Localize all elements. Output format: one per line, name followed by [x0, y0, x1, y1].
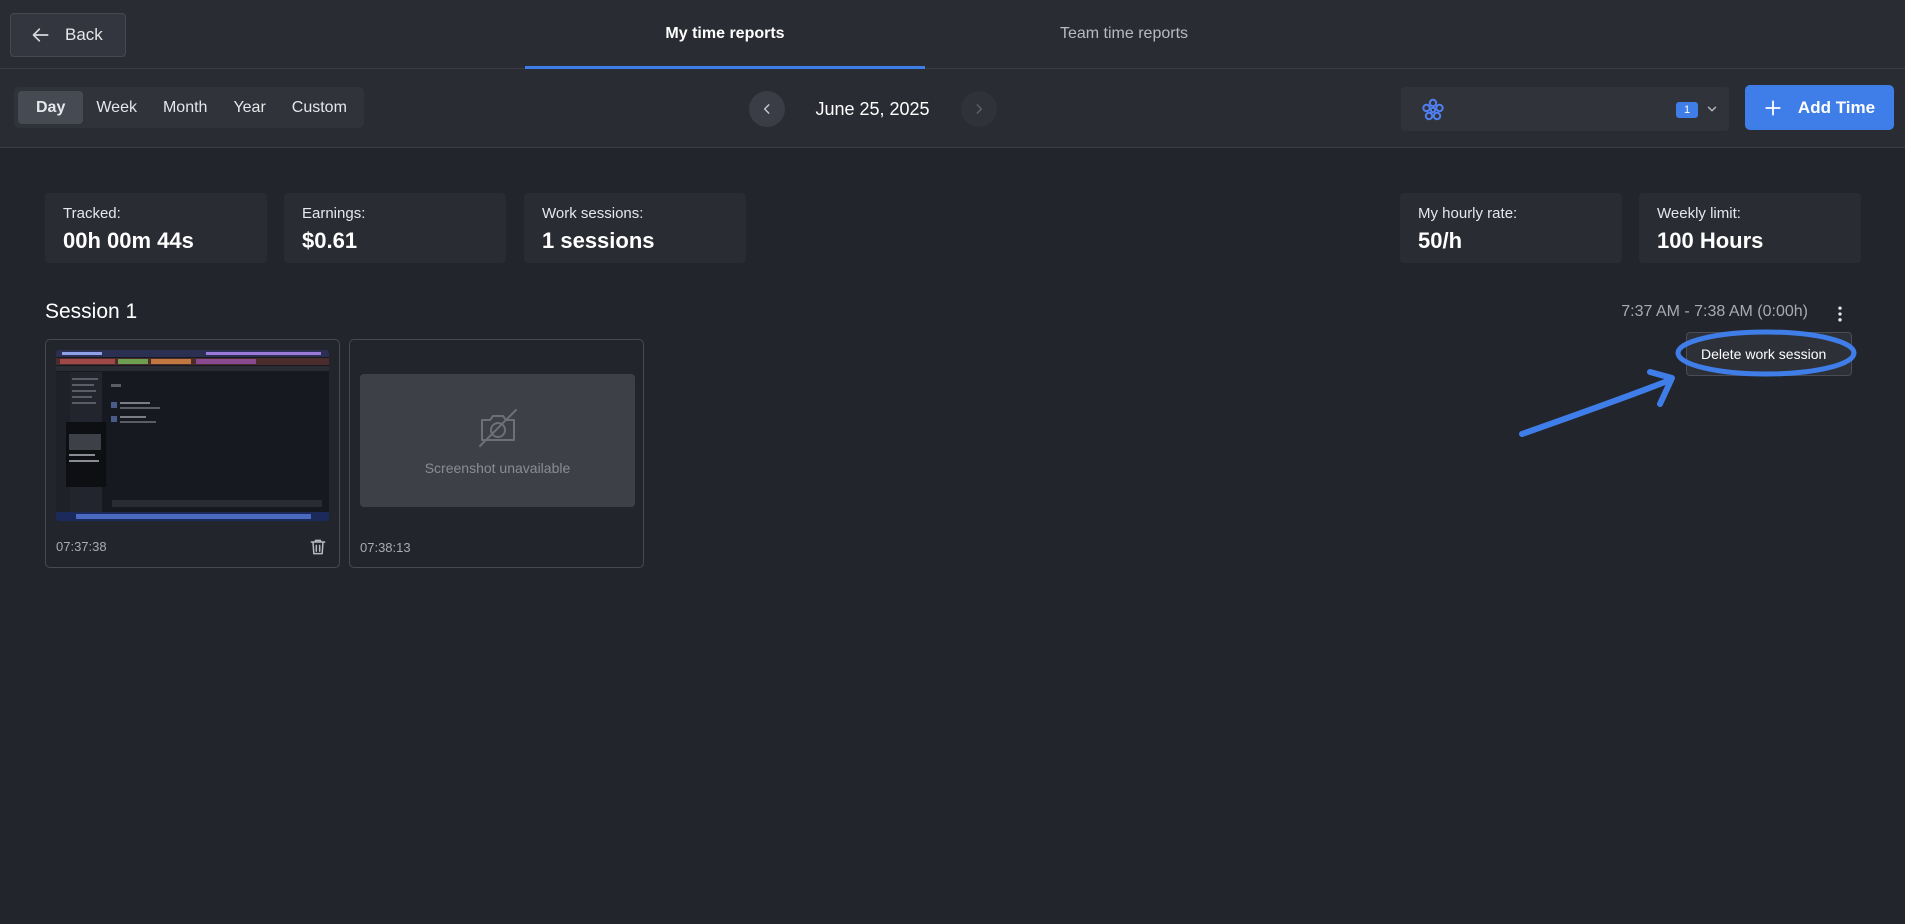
back-label: Back: [65, 25, 103, 44]
screenshot-thumbnail[interactable]: [56, 350, 329, 521]
camera-off-icon: [478, 408, 517, 447]
work-sessions-label: Work sessions:: [542, 205, 644, 222]
top-bar: Back My time reports Team time reports: [0, 0, 1905, 69]
back-button[interactable]: Back: [10, 13, 126, 57]
work-sessions-value: 1 sessions: [542, 228, 655, 253]
delete-work-session-item[interactable]: Delete work session: [1687, 333, 1851, 375]
range-week-button[interactable]: Week: [83, 91, 150, 124]
tab-label: My time reports: [665, 25, 785, 42]
tab-label: Team time reports: [1059, 25, 1189, 42]
weekly-limit-card: Weekly limit: 100 Hours: [1639, 193, 1861, 263]
arrow-left-icon: [32, 28, 49, 42]
toolbar: Day Week Month Year Custom June 25, 2025…: [0, 69, 1905, 148]
tracked-value: 00h 00m 44s: [63, 228, 194, 253]
current-date: June 25, 2025: [815, 98, 930, 119]
screenshot-time: 07:37:38: [56, 539, 107, 554]
tab-my-time-reports[interactable]: My time reports: [525, 0, 925, 69]
hourly-rate-value: 50/h: [1418, 228, 1463, 253]
work-sessions-card: Work sessions: 1 sessions: [524, 193, 746, 263]
range-month-button[interactable]: Month: [150, 91, 220, 124]
chevron-down-icon: [1707, 106, 1717, 112]
screenshot-card: 07:37:38: [45, 339, 340, 568]
screenshot-unavailable-placeholder: Screenshot unavailable: [360, 374, 635, 507]
team-selector[interactable]: 1: [1401, 87, 1729, 131]
earnings-label: Earnings:: [302, 205, 366, 222]
plus-icon: [1765, 99, 1781, 116]
screenshot-preview-image: [56, 350, 329, 521]
screenshot-unavailable-text: Screenshot unavailable: [424, 459, 571, 476]
screenshot-card: Screenshot unavailable 07:38:13: [349, 339, 644, 568]
hourly-rate-card: My hourly rate: 50/h: [1400, 193, 1622, 263]
weekly-limit-value: 100 Hours: [1657, 228, 1764, 253]
range-custom-button[interactable]: Custom: [279, 91, 360, 124]
tab-team-time-reports[interactable]: Team time reports: [924, 0, 1324, 68]
chevron-right-icon: [976, 104, 983, 114]
previous-date-button[interactable]: [749, 91, 785, 127]
session-menu-button[interactable]: [1828, 302, 1852, 326]
range-year-button[interactable]: Year: [220, 91, 278, 124]
add-time-label: Add Time: [1797, 97, 1876, 117]
session-time-range: 7:37 AM - 7:38 AM (0:00h): [1621, 303, 1808, 320]
add-time-button[interactable]: Add Time: [1745, 85, 1894, 130]
weekly-limit-label: Weekly limit:: [1657, 205, 1741, 222]
next-date-button[interactable]: [961, 91, 997, 127]
more-vertical-icon: [1838, 306, 1842, 322]
range-selector: Day Week Month Year Custom: [14, 87, 364, 128]
screenshot-time: 07:38:13: [360, 540, 411, 555]
chevron-left-icon: [763, 104, 770, 114]
earnings-value: $0.61: [302, 228, 358, 253]
flower-logo-icon: [1422, 98, 1444, 121]
range-day-button[interactable]: Day: [18, 91, 84, 124]
session-title: Session 1: [45, 300, 138, 323]
tracked-label: Tracked:: [63, 205, 121, 222]
selected-count-badge: 1: [1676, 102, 1698, 118]
session-menu: Delete work session: [1686, 332, 1852, 376]
hourly-rate-label: My hourly rate:: [1418, 205, 1518, 222]
earnings-card: Earnings: $0.61: [284, 193, 506, 263]
trash-icon[interactable]: [308, 537, 328, 557]
tracked-card: Tracked: 00h 00m 44s: [45, 193, 267, 263]
